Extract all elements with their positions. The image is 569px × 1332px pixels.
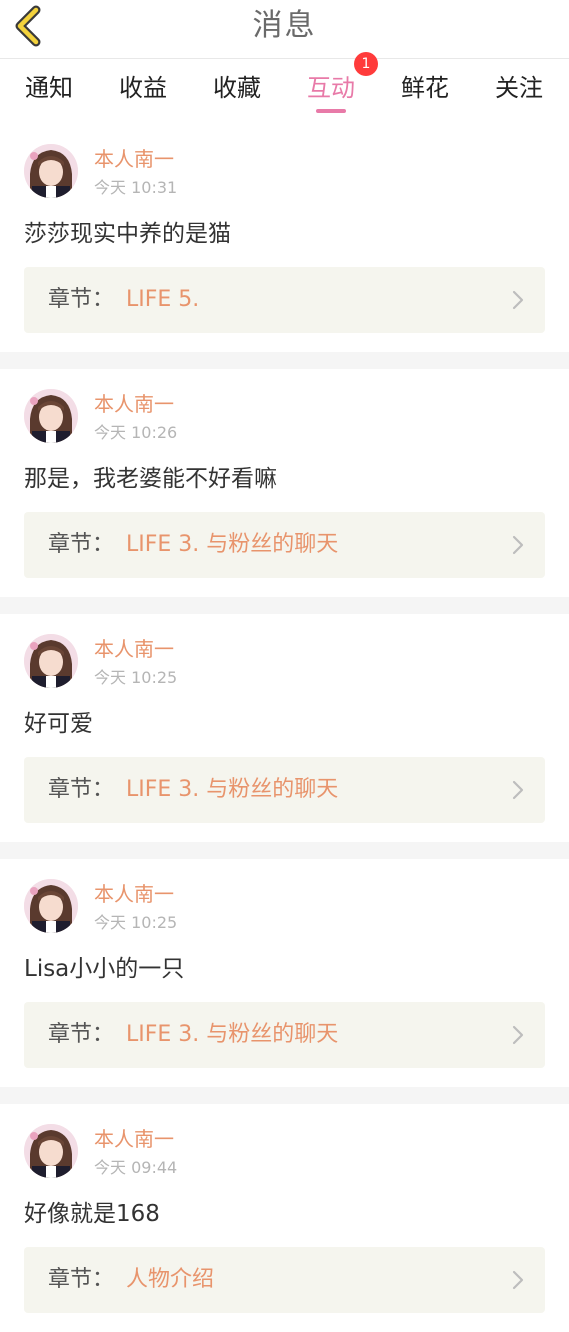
tab-notifications[interactable]: 通知 [2,71,96,105]
chapter-link[interactable]: 章节： LIFE 3. 与粉丝的聊天 [24,757,545,823]
message-item: 本人南一 今天 10:25 好可爱 章节： LIFE 3. 与粉丝的聊天 [0,614,569,842]
timestamp: 今天 10:31 [94,178,178,197]
tab-following[interactable]: 关注 [472,71,566,105]
divider [0,352,569,369]
message-text: 那是，我老婆能不好看嘛 [24,466,277,492]
message-item: 本人南一 今天 09:44 好像就是168 章节： 人物介绍 [0,1104,569,1332]
chapter-name: LIFE 3. 与粉丝的聊天 [126,1022,339,1047]
unread-badge: 1 [354,52,378,76]
username[interactable]: 本人南一 [94,146,174,172]
avatar[interactable] [24,144,78,198]
message-text: 好像就是168 [24,1201,160,1227]
tab-favorites[interactable]: 收藏 [190,71,284,105]
avatar[interactable] [24,389,78,443]
chapter-name: LIFE 5. [126,287,200,312]
message-item: 本人南一 今天 10:25 Lisa小小的一只 章节： LIFE 3. 与粉丝的… [0,859,569,1087]
username[interactable]: 本人南一 [94,391,174,417]
avatar[interactable] [24,634,78,688]
timestamp: 今天 10:25 [94,668,178,687]
chapter-link[interactable]: 章节： LIFE 3. 与粉丝的聊天 [24,512,545,578]
tab-earnings[interactable]: 收益 [96,71,190,105]
tab-flowers[interactable]: 鲜花 [378,71,472,105]
header-bar: 消息 [0,0,569,58]
chapter-label: 章节： [48,1267,115,1292]
tab-interactions[interactable]: 互动 [284,71,378,105]
username[interactable]: 本人南一 [94,636,174,662]
divider [0,842,569,859]
divider [0,1087,569,1104]
chapter-label: 章节： [48,1022,115,1047]
active-tab-indicator [316,109,346,113]
chevron-right-icon [512,780,524,800]
chapter-link[interactable]: 章节： 人物介绍 [24,1247,545,1313]
chevron-right-icon [512,1025,524,1045]
chapter-name: 人物介绍 [126,1267,215,1292]
avatar[interactable] [24,879,78,933]
message-text: 好可爱 [24,711,93,737]
chevron-right-icon [512,535,524,555]
username[interactable]: 本人南一 [94,1126,174,1152]
divider [0,597,569,614]
timestamp: 今天 10:25 [94,913,178,932]
username[interactable]: 本人南一 [94,881,174,907]
chapter-label: 章节： [48,287,115,312]
chapter-name: LIFE 3. 与粉丝的聊天 [126,777,339,802]
chapter-link[interactable]: 章节： LIFE 5. [24,267,545,333]
message-list: 本人南一 今天 10:31 莎莎现实中养的是猫 章节： LIFE 5. 本人南一 [0,124,569,1332]
message-text: 莎莎现实中养的是猫 [24,221,231,247]
chapter-name: LIFE 3. 与粉丝的聊天 [126,532,339,557]
timestamp: 今天 10:26 [94,423,178,442]
chapter-label: 章节： [48,777,115,802]
chapter-link[interactable]: 章节： LIFE 3. 与粉丝的聊天 [24,1002,545,1068]
message-text: Lisa小小的一只 [24,956,185,982]
page-title: 消息 [252,8,317,43]
tab-bar: 通知 收益 收藏 互动 鲜花 关注 [0,59,569,124]
chapter-label: 章节： [48,532,115,557]
avatar[interactable] [24,1124,78,1178]
message-item: 本人南一 今天 10:31 莎莎现实中养的是猫 章节： LIFE 5. [0,124,569,352]
chevron-right-icon [512,290,524,310]
timestamp: 今天 09:44 [94,1158,178,1177]
chevron-right-icon [512,1270,524,1290]
message-item: 本人南一 今天 10:26 那是，我老婆能不好看嘛 章节： LIFE 3. 与粉… [0,369,569,597]
